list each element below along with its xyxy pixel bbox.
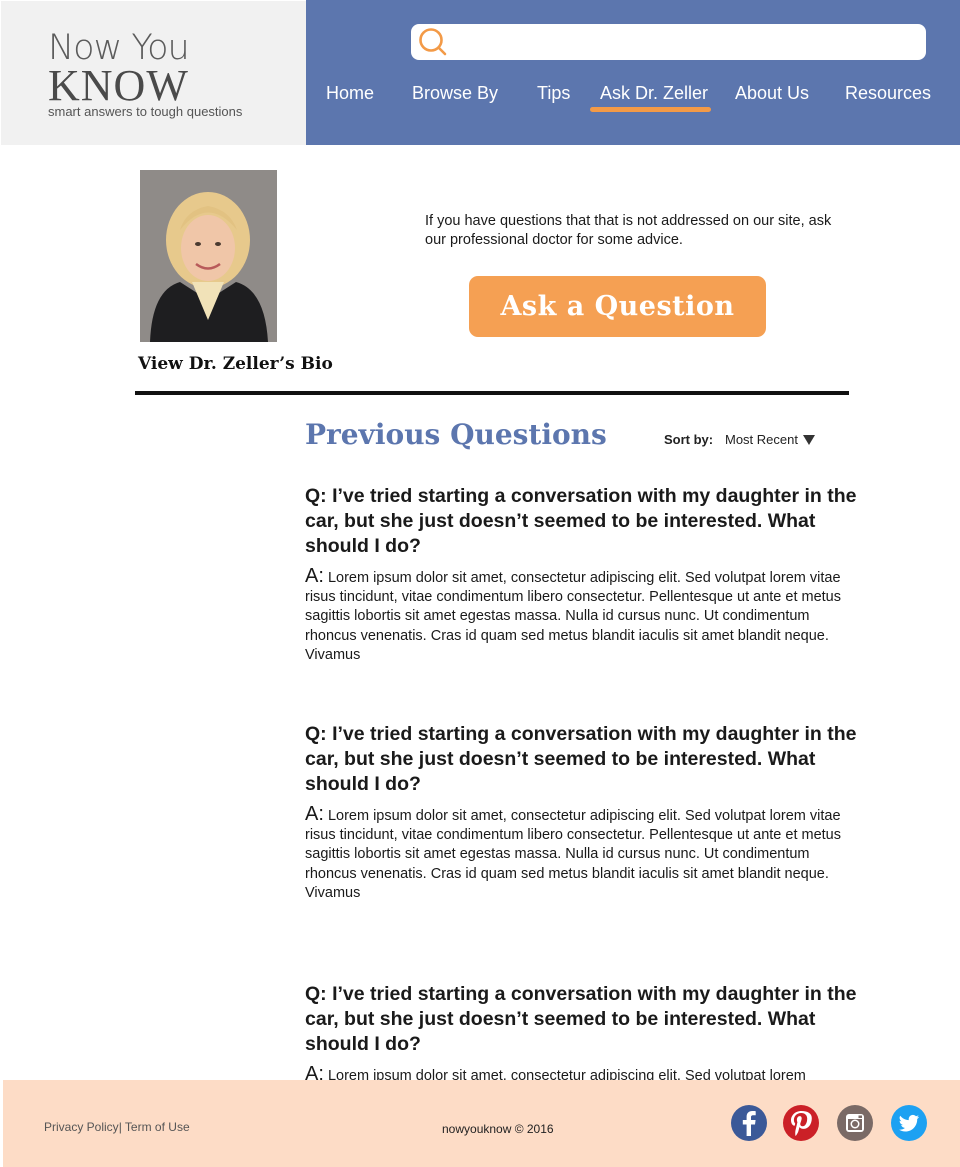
search-icon[interactable] xyxy=(418,27,448,57)
terms-of-use-link[interactable]: Term of Use xyxy=(122,1120,190,1134)
nav-bar xyxy=(306,0,960,145)
answer-prefix: A: xyxy=(305,565,324,587)
copyright-text: nowyouknow © 2016 xyxy=(442,1122,554,1136)
intro-text: If you have questions that that is not a… xyxy=(425,213,832,248)
facebook-icon[interactable] xyxy=(731,1105,767,1141)
question-item: Q: I’ve tried starting a conversation wi… xyxy=(305,982,865,1086)
pinterest-icon[interactable] xyxy=(783,1105,819,1141)
answer-prefix: A: xyxy=(305,803,324,825)
question-text[interactable]: Q: I’ve tried starting a conversation wi… xyxy=(305,722,865,797)
nav-browse-by[interactable]: Browse By xyxy=(412,83,498,104)
caret-down-icon xyxy=(802,435,815,445)
footer-links: Privacy Policy| Term of Use xyxy=(44,1120,190,1134)
answer-text: A: Lorem ipsum dolor sit amet, consectet… xyxy=(305,803,865,903)
doctor-photo[interactable] xyxy=(140,170,277,342)
answer-text: A: Lorem ipsum dolor sit amet, consectet… xyxy=(305,565,865,665)
sort-value: Most Recent xyxy=(725,432,798,447)
logo-tagline: smart answers to tough questions xyxy=(48,104,243,119)
question-text[interactable]: Q: I’ve tried starting a conversation wi… xyxy=(305,484,865,559)
question-item: Q: I’ve tried starting a conversation wi… xyxy=(305,722,865,903)
twitter-icon[interactable] xyxy=(891,1105,927,1141)
nav-about-us[interactable]: About Us xyxy=(735,83,809,104)
nav-tips[interactable]: Tips xyxy=(537,83,570,104)
previous-questions-heading: Previous Questions xyxy=(305,418,607,451)
search-input[interactable] xyxy=(411,24,926,60)
section-divider xyxy=(135,391,849,395)
question-text[interactable]: Q: I’ve tried starting a conversation wi… xyxy=(305,982,865,1057)
instagram-icon[interactable] xyxy=(837,1105,873,1141)
sort-label: Sort by: xyxy=(664,432,714,447)
sort-dropdown[interactable]: Most Recent xyxy=(725,432,815,447)
nav-ask-dr-zeller[interactable]: Ask Dr. Zeller xyxy=(600,83,708,104)
ask-question-button[interactable]: Ask a Question xyxy=(469,276,766,337)
nav-resources[interactable]: Resources xyxy=(845,83,931,104)
nav-home[interactable]: Home xyxy=(326,83,374,104)
privacy-policy-link[interactable]: Privacy Policy xyxy=(44,1120,119,1134)
active-nav-indicator xyxy=(590,107,711,112)
answer-body: Lorem ipsum dolor sit amet, consectetur … xyxy=(305,570,841,663)
question-item: Q: I’ve tried starting a conversation wi… xyxy=(305,484,865,665)
view-bio-link[interactable]: View Dr. Zeller’s Bio xyxy=(138,354,333,374)
answer-body: Lorem ipsum dolor sit amet, consectetur … xyxy=(305,808,841,901)
